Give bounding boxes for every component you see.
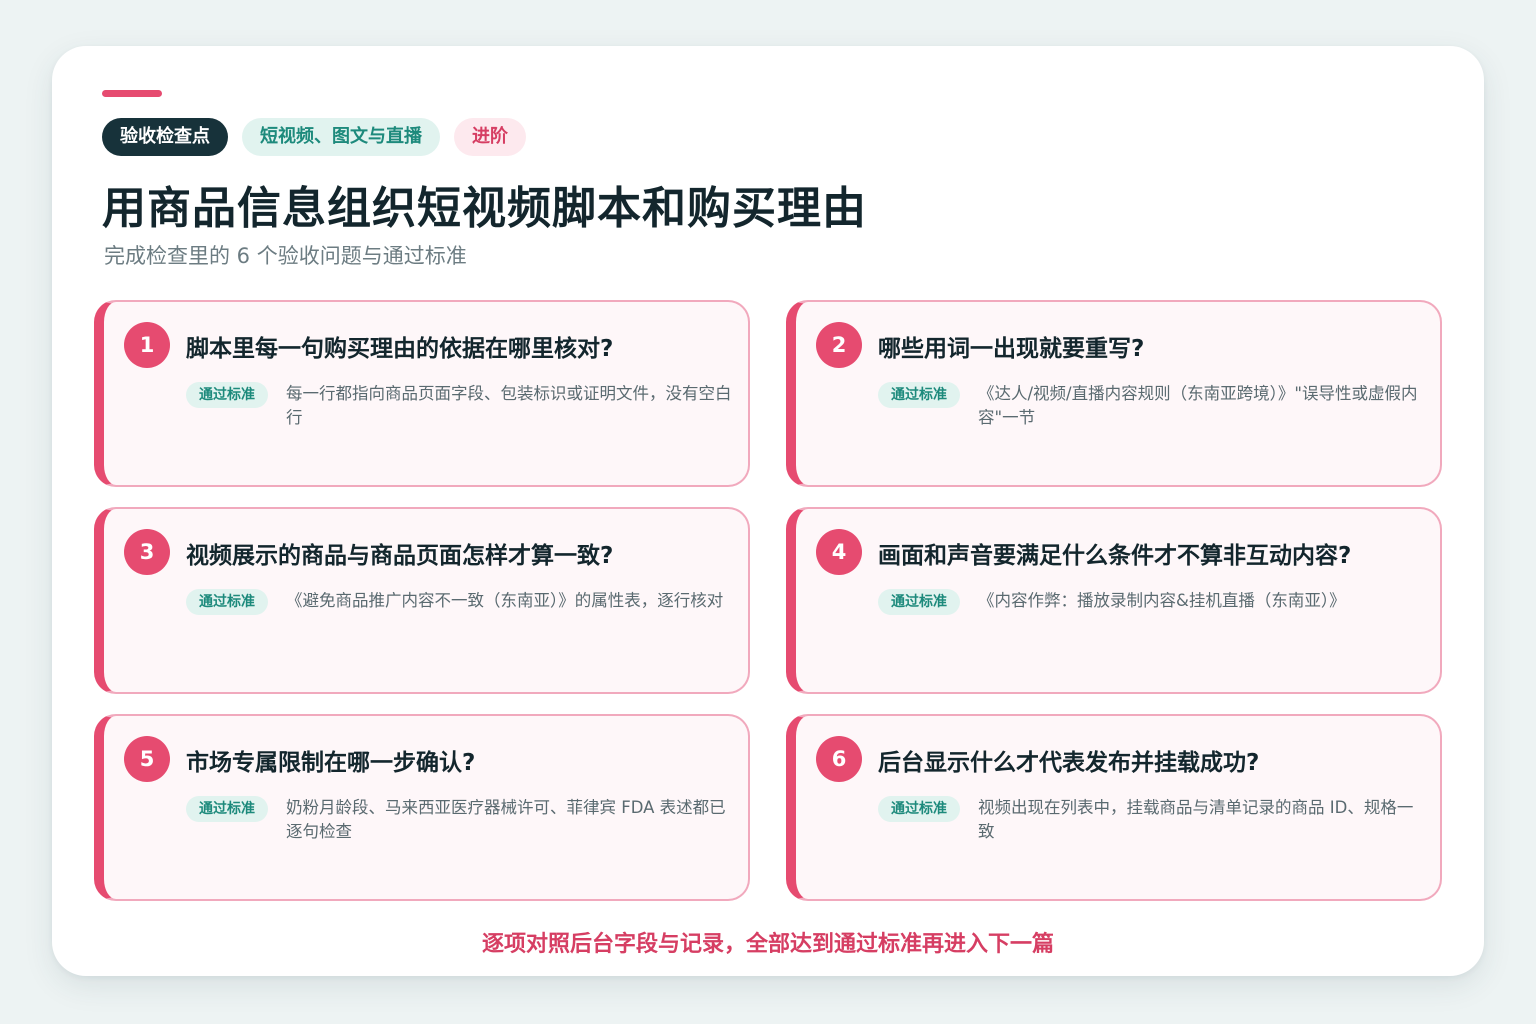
pass-criteria-badge: 通过标准 <box>186 796 268 822</box>
checkpoint-item-4: 4 画面和声音要满足什么条件才不算非互动内容? 通过标准 《内容作弊：播放录制内… <box>786 507 1442 694</box>
item-answer: 视频出现在列表中，挂载商品与清单记录的商品 ID、规格一致 <box>978 798 1414 841</box>
item-question: 哪些用词一出现就要重写? <box>878 336 1145 362</box>
item-number-badge: 1 <box>124 322 170 368</box>
pass-criteria-badge: 通过标准 <box>878 382 960 408</box>
item-number-badge: 4 <box>816 529 862 575</box>
item-answer: 每一行都指向商品页面字段、包装标识或证明文件，没有空白行 <box>286 384 732 427</box>
tag-acceptance: 验收检查点 <box>102 118 228 156</box>
page-subtitle: 完成检查里的 6 个验收问题与通过标准 <box>104 244 467 268</box>
pass-criteria-badge: 通过标准 <box>878 796 960 822</box>
item-question: 后台显示什么才代表发布并挂载成功? <box>878 750 1260 776</box>
item-number-badge: 5 <box>124 736 170 782</box>
item-number-badge: 6 <box>816 736 862 782</box>
checkpoint-item-6: 6 后台显示什么才代表发布并挂载成功? 通过标准 视频出现在列表中，挂载商品与清… <box>786 714 1442 901</box>
pass-criteria-badge: 通过标准 <box>186 589 268 615</box>
checkpoint-item-2: 2 哪些用词一出现就要重写? 通过标准 《达人/视频/直播内容规则（东南亚跨境）… <box>786 300 1442 487</box>
tag-level: 进阶 <box>454 118 526 156</box>
main-card: 验收检查点 短视频、图文与直播 进阶 用商品信息组织短视频脚本和购买理由 完成检… <box>52 46 1484 976</box>
item-question: 视频展示的商品与商品页面怎样才算一致? <box>186 543 614 569</box>
item-answer: 《避免商品推广内容不一致（东南亚）》的属性表，逐行核对 <box>286 591 724 610</box>
checkpoint-grid: 1 脚本里每一句购买理由的依据在哪里核对? 通过标准 每一行都指向商品页面字段、… <box>94 300 1442 901</box>
item-number-badge: 2 <box>816 322 862 368</box>
item-answer: 《达人/视频/直播内容规则（东南亚跨境）》"误导性或虚假内容"一节 <box>978 384 1418 427</box>
item-question: 画面和声音要满足什么条件才不算非互动内容? <box>878 543 1352 569</box>
accent-bar <box>102 90 162 97</box>
pass-criteria-badge: 通过标准 <box>186 382 268 408</box>
pass-criteria-badge: 通过标准 <box>878 589 960 615</box>
page-title: 用商品信息组织短视频脚本和购买理由 <box>102 183 867 234</box>
item-question: 市场专属限制在哪一步确认? <box>186 750 476 776</box>
checkpoint-item-5: 5 市场专属限制在哪一步确认? 通过标准 奶粉月龄段、马来西亚医疗器械许可、菲律… <box>94 714 750 901</box>
item-number-badge: 3 <box>124 529 170 575</box>
footer-note: 逐项对照后台字段与记录，全部达到通过标准再进入下一篇 <box>481 932 1054 957</box>
checkpoint-item-3: 3 视频展示的商品与商品页面怎样才算一致? 通过标准 《避免商品推广内容不一致（… <box>94 507 750 694</box>
item-question: 脚本里每一句购买理由的依据在哪里核对? <box>186 336 614 362</box>
checkpoint-item-1: 1 脚本里每一句购买理由的依据在哪里核对? 通过标准 每一行都指向商品页面字段、… <box>94 300 750 487</box>
item-answer: 《内容作弊：播放录制内容&挂机直播（东南亚）》 <box>978 591 1346 610</box>
item-answer: 奶粉月龄段、马来西亚医疗器械许可、菲律宾 FDA 表述都已逐句检查 <box>286 798 726 841</box>
tag-topic: 短视频、图文与直播 <box>242 118 440 156</box>
tag-row: 验收检查点 短视频、图文与直播 进阶 <box>102 118 526 156</box>
